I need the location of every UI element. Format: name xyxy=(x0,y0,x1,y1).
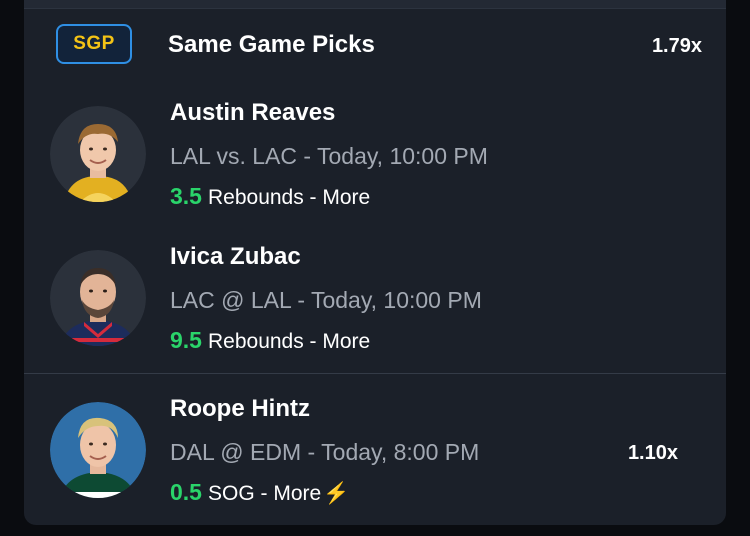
prop-line: 9.5 Rebounds - More xyxy=(170,327,370,354)
lightning-bolt-icon: ⚡ xyxy=(323,482,350,505)
matchup-info: LAC @ LAL - Today, 10:00 PM xyxy=(170,287,482,313)
card-top-edge xyxy=(24,0,726,9)
sgp-badge: SGP xyxy=(56,24,132,64)
matchup-info: LAL vs. LAC - Today, 10:00 PM xyxy=(170,143,488,169)
player-name: Austin Reaves xyxy=(170,99,336,126)
line-text: Rebounds - More xyxy=(207,330,371,353)
player-avatar-roope-hintz xyxy=(50,402,146,498)
pick-row[interactable]: Austin Reaves LAL vs. LAC - Today, 10:00… xyxy=(24,96,726,226)
group-title: Same Game Picks xyxy=(168,31,375,58)
player-avatar-austin-reaves xyxy=(50,106,146,202)
player-avatar-ivica-zubac xyxy=(50,250,146,346)
prop-line: 0.5 SOG - More⚡ xyxy=(170,479,349,506)
line-value: 0.5 xyxy=(170,479,202,505)
player-name: Roope Hintz xyxy=(170,395,310,422)
pick-row[interactable]: Ivica Zubac LAC @ LAL - Today, 10:00 PM … xyxy=(24,240,726,370)
group-multiplier: 1.79x xyxy=(651,35,702,57)
prop-line: 3.5 Rebounds - More xyxy=(170,183,370,210)
matchup-info: DAL @ EDM - Today, 8:00 PM xyxy=(170,439,480,465)
line-text: SOG - More xyxy=(207,482,322,505)
line-value: 3.5 xyxy=(170,183,202,209)
pick-row[interactable]: Roope Hintz DAL @ EDM - Today, 8:00 PM 1… xyxy=(24,392,726,522)
picks-card: SGP Same Game Picks 1.79x Austin Reaves … xyxy=(24,0,726,525)
line-text: Rebounds - More xyxy=(207,186,371,209)
player-name: Ivica Zubac xyxy=(170,243,301,270)
pick-multiplier: 1.10x xyxy=(627,442,678,464)
line-value: 9.5 xyxy=(170,327,202,353)
section-divider xyxy=(24,373,726,374)
